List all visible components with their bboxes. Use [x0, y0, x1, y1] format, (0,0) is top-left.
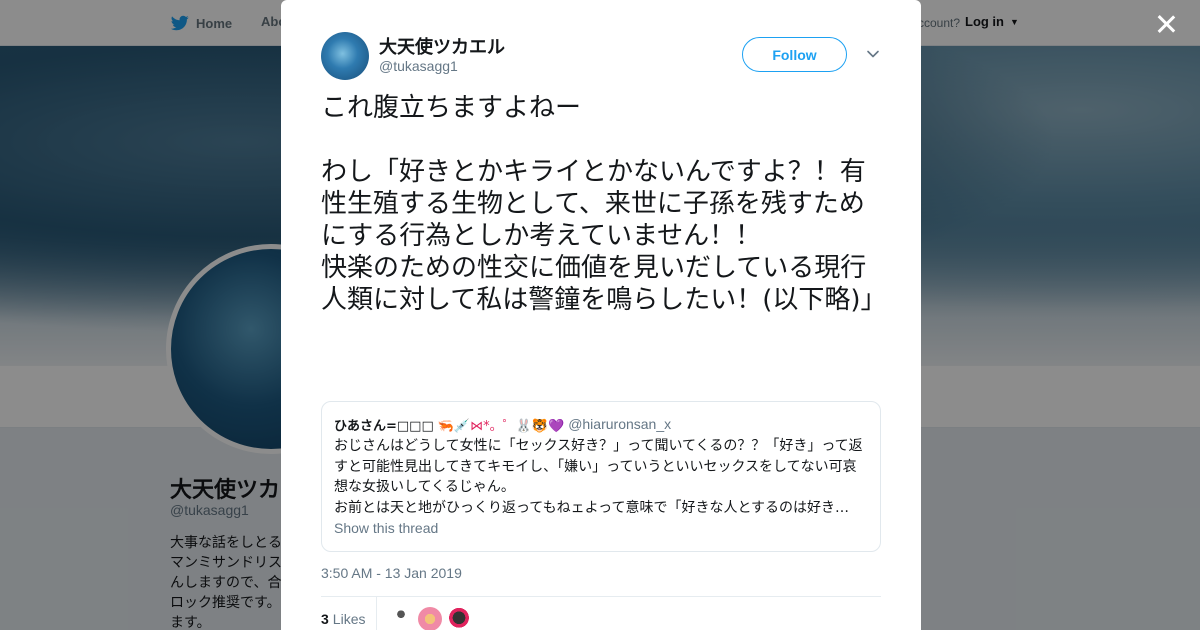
liker-avatar[interactable]	[418, 607, 442, 630]
likes-count: 3	[321, 611, 329, 627]
author-name[interactable]: 大天使ツカエル	[379, 33, 505, 59]
liker-avatar[interactable]	[389, 607, 413, 630]
author-avatar[interactable]	[321, 32, 369, 80]
likes-stat[interactable]: 3 Likes	[321, 611, 365, 627]
likes-label: Likes	[332, 611, 366, 627]
tweet-text: これ腹立ちますよねー わし「好きとかキライとかないんですよ？！有性生殖する生物と…	[321, 93, 887, 315]
show-thread-link[interactable]: Show this thread	[334, 520, 438, 536]
follow-button[interactable]: Follow	[742, 37, 847, 72]
tweet-modal: 大天使ツカエル @tukasagg1 Follow これ腹立ちますよねー わし「…	[281, 0, 921, 630]
quoted-tweet[interactable]: ひあさん=□□□ 🦐💉⋈*。゜🐰🐯💜 @hiaruronsan_x おじさんはど…	[321, 401, 881, 552]
quoted-tweet-header: ひあさん=□□□ 🦐💉⋈*。゜🐰🐯💜 @hiaruronsan_x	[334, 414, 868, 434]
quoted-author-name: ひあさん=□□□	[334, 418, 434, 434]
liker-avatar[interactable]	[447, 607, 471, 630]
quoted-author-emojis: 🦐💉⋈*。゜🐰🐯💜	[437, 418, 565, 434]
author-handle[interactable]: @tukasagg1	[379, 58, 458, 74]
quoted-tweet-text: おじさんはどうして女性に「セックス好き？」って聞いてくるの？？「好き」って返すと…	[334, 438, 863, 516]
close-icon[interactable]	[1154, 12, 1178, 36]
likes-separator	[376, 597, 377, 630]
chevron-down-icon[interactable]	[865, 46, 881, 62]
quoted-author-handle: @hiaruronsan_x	[568, 416, 672, 432]
stats-divider	[321, 596, 881, 597]
tweet-timestamp[interactable]: 3:50 AM - 13 Jan 2019	[321, 565, 462, 581]
